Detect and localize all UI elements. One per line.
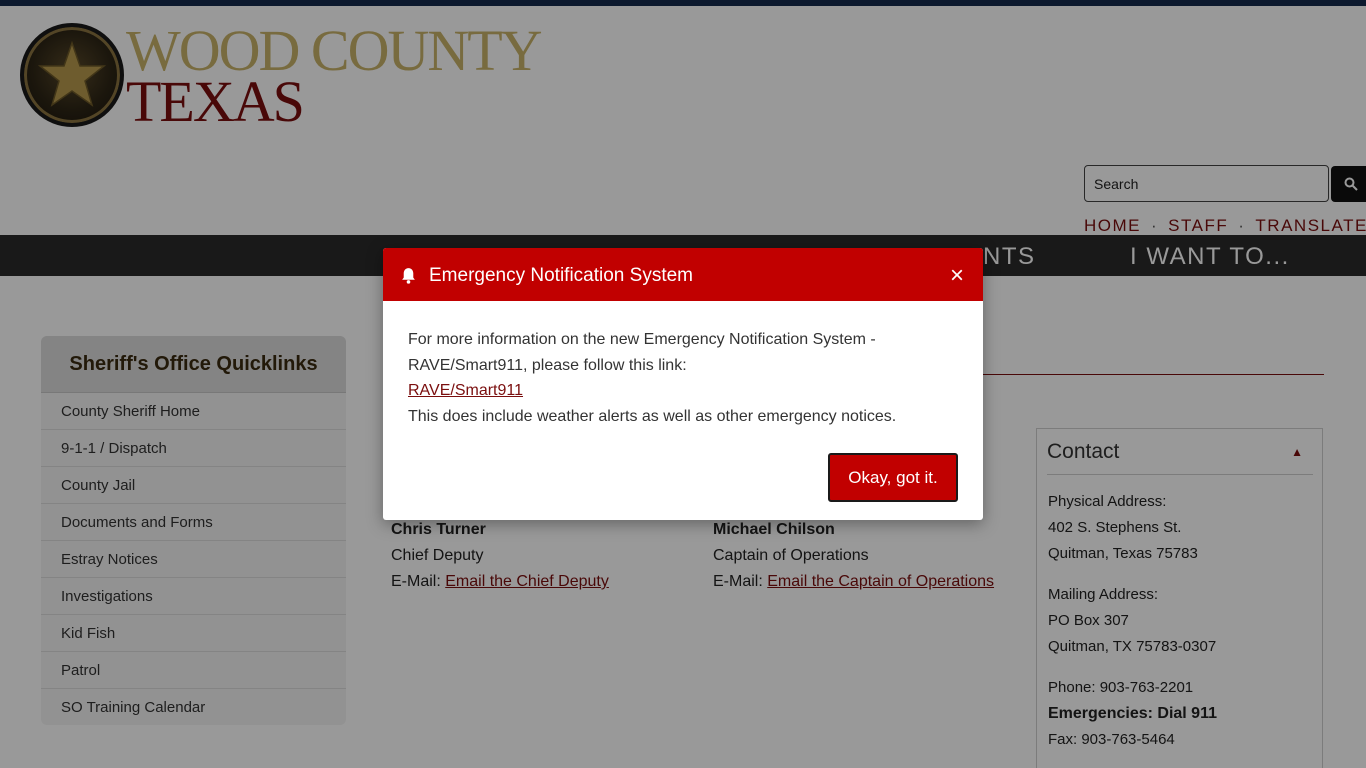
bell-icon [402,268,415,284]
modal-text: For more information on the new Emergenc… [408,331,876,374]
modal-text: This does include weather alerts as well… [408,407,897,425]
close-icon[interactable]: × [943,262,971,290]
emergency-notification-modal: Emergency Notification System × For more… [383,248,983,520]
rave-smart911-link[interactable]: RAVE/Smart911 [408,382,523,399]
modal-body: For more information on the new Emergenc… [408,327,953,429]
modal-header: Emergency Notification System × [383,248,983,301]
okay-got-it-button[interactable]: Okay, got it. [828,453,958,502]
modal-title: Emergency Notification System [429,265,693,286]
